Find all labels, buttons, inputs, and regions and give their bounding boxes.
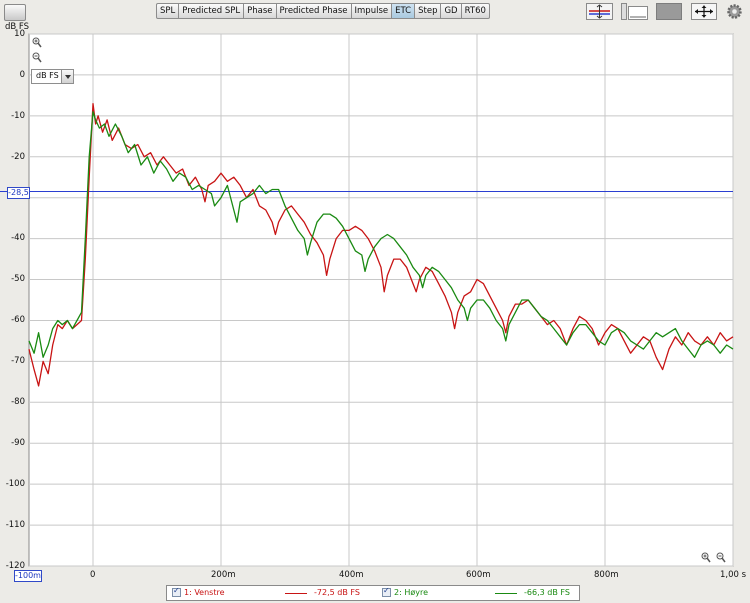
etc-plot[interactable]	[0, 0, 750, 603]
x-tick-label: 600m	[466, 570, 491, 580]
legend-swatch-hoyre	[495, 593, 517, 594]
legend-value-hoyre: -66,3 dB FS	[524, 588, 570, 597]
unit-select[interactable]: dB FS	[31, 69, 74, 84]
legend-value-venstre: -72,5 dB FS	[314, 588, 360, 597]
legend-checkbox-hoyre[interactable]	[382, 586, 391, 597]
x-tick-label: 400m	[339, 570, 364, 580]
legend: 1: Venstre -72,5 dB FS 2: Høyre -66,3 dB…	[166, 585, 580, 601]
zoom-in-icon[interactable]	[701, 552, 711, 563]
zoom-out-icon[interactable]	[32, 52, 42, 63]
legend-swatch-venstre	[285, 593, 307, 594]
legend-checkbox-venstre[interactable]	[172, 586, 181, 597]
cursor-x-value[interactable]: -100m	[14, 570, 42, 582]
legend-label-hoyre: 2: Høyre	[394, 588, 429, 597]
zoom-out-icon[interactable]	[716, 552, 726, 563]
x-tick-label: 200m	[211, 570, 236, 580]
unit-select-value: dB FS	[36, 71, 59, 80]
chevron-down-icon[interactable]	[61, 70, 73, 83]
x-tick-label: 800m	[594, 570, 619, 580]
zoom-in-icon[interactable]	[32, 37, 42, 48]
cursor-y-value[interactable]: -28,5	[7, 187, 30, 199]
x-tick-label: 0	[90, 570, 96, 580]
x-tick-label: 1,00 s	[720, 570, 747, 580]
plot-area	[28, 33, 734, 567]
legend-label-venstre: 1: Venstre	[184, 588, 225, 597]
